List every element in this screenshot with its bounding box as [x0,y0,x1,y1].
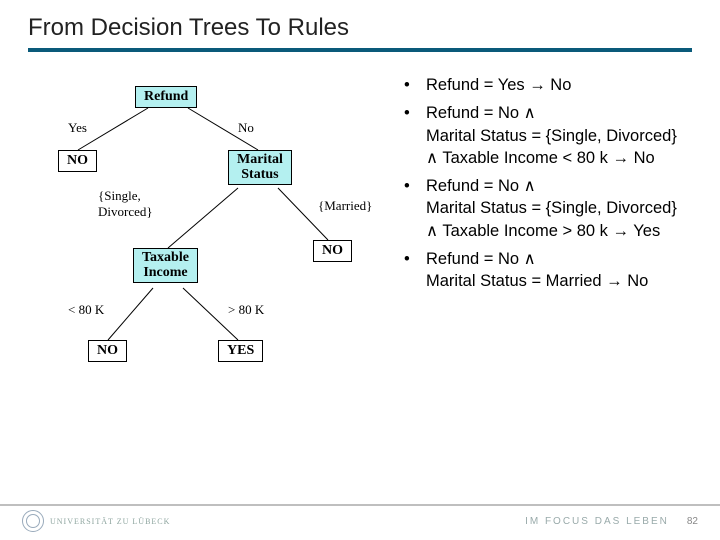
content-row: Refund Yes No NO Marital Status {Single,… [28,70,692,410]
node-refund: Refund [135,86,197,108]
footer-motto: IM FOCUS DAS LEBEN [525,516,669,527]
rule-item: • Refund = No ∧ Marital Status = {Single… [404,102,692,169]
edge-label-single-divorced: {Single, Divorced} [98,188,153,220]
slide-title: From Decision Trees To Rules [28,14,692,42]
title-rule [28,48,692,52]
rule-item: • Refund = Yes → No [404,74,692,96]
rule-text: Refund = No ∧ Marital Status = Married →… [426,248,692,293]
edge-label-gt80k: > 80 K [228,302,264,318]
rule-text: Refund = Yes → No [426,74,692,96]
university-mark: UNIVERSITÄT ZU LÜBECK [22,510,170,532]
leaf-yes: YES [218,340,263,362]
rule-text: Refund = No ∧ Marital Status = {Single, … [426,102,692,169]
edge-label-lt80k: < 80 K [68,302,104,318]
decision-tree: Refund Yes No NO Marital Status {Single,… [28,70,398,410]
edge-label-no: No [238,120,254,136]
edge-label-yes: Yes [68,120,87,136]
footer-inner: UNIVERSITÄT ZU LÜBECK IM FOCUS DAS LEBEN… [0,506,720,532]
node-marital-l2: Status [241,167,278,182]
university-name: UNIVERSITÄT ZU LÜBECK [50,517,170,526]
node-marital-status: Marital Status [228,150,292,185]
leaf-no-2: NO [313,240,352,262]
leaf-no-1: NO [58,150,97,172]
node-tax-l1: Taxable [142,250,189,265]
node-marital-l1: Marital [237,152,283,167]
rule-text: Refund = No ∧ Marital Status = {Single, … [426,175,692,242]
rules-list: • Refund = Yes → No • Refund = No ∧ Mari… [404,70,692,410]
rule-item: • Refund = No ∧ Marital Status = Married… [404,248,692,293]
rule-item: • Refund = No ∧ Marital Status = {Single… [404,175,692,242]
leaf-no-3: NO [88,340,127,362]
footer: UNIVERSITÄT ZU LÜBECK IM FOCUS DAS LEBEN… [0,504,720,540]
node-taxable-income: Taxable Income [133,248,198,283]
bullet-icon: • [404,102,426,169]
bullet-icon: • [404,175,426,242]
node-tax-l2: Income [143,265,187,280]
page-number: 82 [687,516,698,527]
seal-icon [22,510,44,532]
edge-label-married: {Married} [318,198,372,214]
bullet-icon: • [404,248,426,293]
slide: From Decision Trees To Rules Refund Yes … [0,0,720,540]
bullet-icon: • [404,74,426,96]
